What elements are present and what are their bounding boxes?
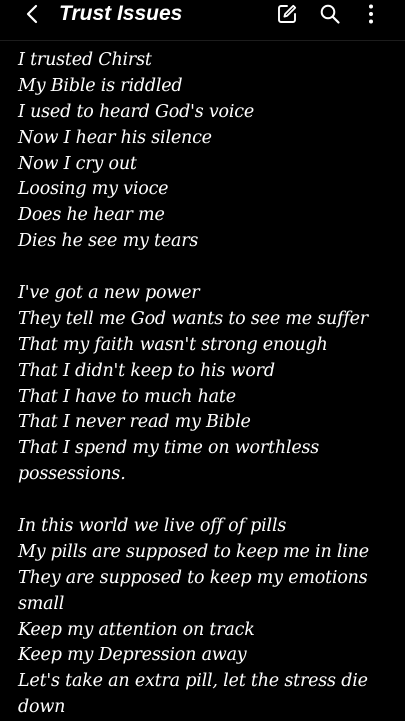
note-line: That I spend my time on worthless [18,438,320,459]
note-line: I used to heard God's voice [18,101,255,122]
more-options-button[interactable] [357,0,385,28]
note-line: They tell me God wants to see me suffer [18,308,368,329]
stanza-break [18,488,398,514]
edit-button[interactable] [273,0,301,28]
note-line: Loosing my vioce [18,179,169,200]
note-line: Does he hear me [18,205,165,226]
back-button[interactable] [18,0,48,28]
note-line: That I have to much hate [18,386,236,407]
note-line: My Bible is riddled [18,75,183,96]
note-line: Keep my attention on track [18,619,255,640]
note-line: That my faith wasn't strong enough [18,334,328,355]
note-line: Let's take an extra pill, let the stress… [18,671,368,692]
note-line: small [18,593,65,614]
note-line: That I didn't keep to his word [18,360,275,381]
search-icon [320,4,340,24]
note-line: I trusted Chirst [18,50,152,70]
edit-icon [278,4,297,23]
note-line: possessions. [18,464,126,485]
back-arrow-icon [26,4,38,24]
app-bar: Trust Issues [0,0,405,41]
note-line: down [18,697,66,718]
note-line: Now I hear his silence [18,127,212,148]
note-title: Trust Issues [59,2,183,25]
more-vertical-icon [369,4,373,24]
note-line: Dies he see my tears [18,231,199,252]
note-line: That I never read my Bible [18,412,251,433]
note-line: My pills are supposed to keep me in line [18,541,369,562]
note-line: I've got a new power [18,283,200,304]
note-line: In this world we live off of pills [18,516,287,537]
note-body[interactable]: I trusted Chirst My Bible is riddled I u… [18,48,398,721]
search-button[interactable] [316,0,344,28]
stanza-break [18,255,398,281]
note-line: They are supposed to keep my emotions [18,567,368,588]
note-line: Now I cry out [18,153,137,174]
note-line: Keep my Depression away [18,645,247,666]
